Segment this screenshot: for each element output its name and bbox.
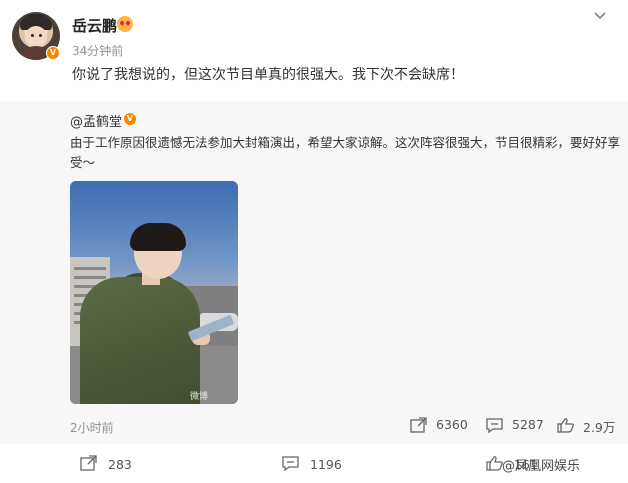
repost-text: 由于工作原因很遗憾无法参加大封箱演出，希望大家谅解。这次阵容很强大，节目很精彩，… bbox=[70, 135, 621, 170]
post-text: 你说了我想说的，但这次节目单真的很强大。我下次不会缺席！ bbox=[72, 67, 464, 83]
brand-watermark: @凤凰网娱乐 bbox=[502, 459, 581, 474]
chevron-down-icon[interactable] bbox=[592, 8, 608, 24]
photo-watermark: 微博 bbox=[190, 392, 209, 402]
comment-count: 1196 bbox=[310, 457, 342, 472]
post-timestamp[interactable]: 34分钟前 bbox=[72, 42, 123, 59]
share-icon bbox=[410, 417, 427, 433]
share-icon bbox=[80, 455, 97, 471]
repost-author[interactable]: @孟鹤堂 bbox=[70, 111, 122, 130]
repost-like-count: 2.9万 bbox=[583, 420, 616, 435]
username[interactable]: 岳云鹏 bbox=[72, 15, 117, 36]
heart-eyes-emoji-icon bbox=[117, 16, 133, 32]
repost-box[interactable]: @孟鹤堂 V 由于工作原因很遗憾无法参加大封箱演出，希望大家谅解。这次阵容很强大… bbox=[0, 101, 628, 444]
repost-share-count: 6360 bbox=[436, 417, 468, 432]
repost-time[interactable]: 2小时前 bbox=[70, 419, 114, 436]
comment-icon bbox=[282, 456, 299, 471]
comment-icon bbox=[486, 418, 503, 433]
repost-photo[interactable]: 微博 bbox=[70, 181, 238, 404]
verified-v-icon: V bbox=[123, 112, 137, 126]
share-count: 283 bbox=[108, 457, 132, 472]
repost-comment-count: 5287 bbox=[512, 417, 544, 432]
verified-v-icon: V bbox=[46, 46, 60, 60]
post-header: V 岳云鹏 34分钟前 你说了我想说的，但这次节目单真的很强大。我下次不会缺席！ bbox=[0, 0, 628, 100]
thumbs-up-icon bbox=[557, 418, 574, 433]
